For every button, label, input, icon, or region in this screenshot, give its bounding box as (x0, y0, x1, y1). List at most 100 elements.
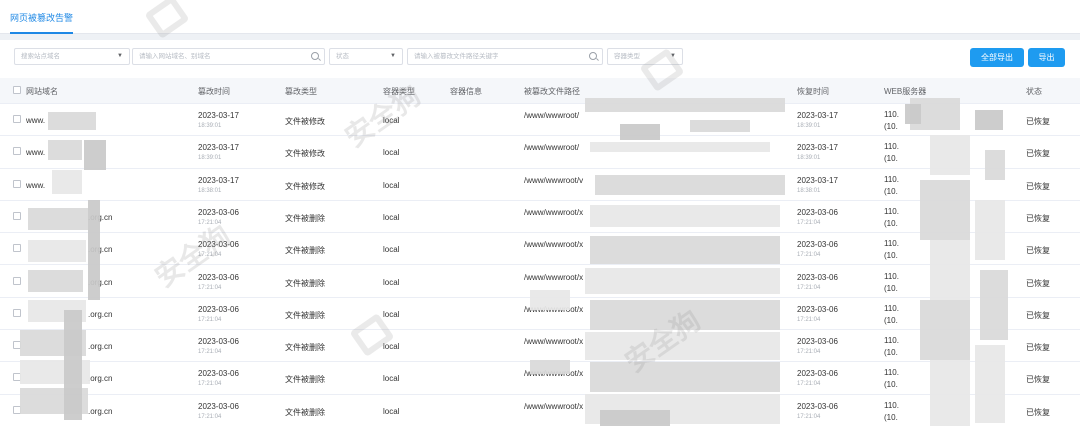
row-checkbox[interactable] (13, 115, 21, 123)
web-server-ip: 110. (884, 206, 899, 216)
restore-date: 2023-03-17 (797, 143, 838, 153)
file-path: /www/wwwroot/ (524, 143, 580, 153)
file-path: /www/wwwroot/v (524, 175, 584, 185)
chevron-down-icon: ▼ (117, 53, 123, 59)
tamper-time: 18:39:01 (198, 155, 222, 162)
col-tamper-time: 篡改时间 (198, 87, 230, 96)
select-all-checkbox[interactable] (13, 86, 21, 94)
tab-tamper-alerts[interactable]: 网页被篡改告警 (10, 11, 74, 34)
row-checkbox[interactable] (13, 211, 21, 220)
tamper-type: 文件被删除 (285, 213, 325, 223)
restore-time: 18:39:01 (797, 123, 821, 129)
row-checkbox[interactable] (13, 308, 21, 317)
web-server-ip-internal: (10. (884, 154, 898, 164)
web-server-ip: 110. (884, 400, 899, 410)
row-checkbox[interactable] (13, 147, 21, 156)
redaction-block (590, 236, 780, 264)
redaction-block (28, 208, 88, 230)
redaction-block (975, 345, 1005, 423)
container-type: local (383, 309, 400, 319)
status-select-label: 状态 (336, 53, 349, 60)
restore-time: 17:21:04 (797, 316, 821, 323)
tamper-date: 2023-03-06 (198, 304, 239, 314)
table-row[interactable]: .org.cn2023-03-0617:21:04文件被删除local/www/… (0, 233, 1080, 266)
restore-date: 2023-03-06 (797, 207, 838, 217)
tamper-date: 2023-03-06 (198, 369, 239, 379)
status-label: 已恢复 (1026, 181, 1050, 191)
container-type: local (383, 148, 400, 158)
table-row[interactable]: www. 2023-03-17 18:39:01 文件被修改 local/www/www… (0, 136, 1080, 169)
web-server-ip-internal: (10. (884, 283, 898, 293)
redaction-block (620, 124, 660, 140)
site-select[interactable]: 搜索站点域名 ▼ (14, 48, 130, 65)
redaction-block (64, 310, 82, 420)
tamper-date: 2023-03-17 (198, 175, 239, 185)
restore-date: 2023-03-06 (797, 337, 838, 347)
domain-cell: www. (26, 116, 46, 125)
site-search-input[interactable]: 请输入网站域名、别域名 (132, 48, 325, 65)
web-server-ip: 110. (884, 110, 899, 119)
file-path: /www/wwwroot/x (524, 401, 584, 411)
redaction-block (585, 332, 780, 360)
redaction-block (28, 270, 83, 292)
status-label: 已恢复 (1026, 407, 1050, 417)
col-container-info: 容器信息 (450, 87, 482, 96)
site-search-placeholder: 请输入网站域名、别域名 (139, 53, 211, 60)
col-web-server: WEB服务器 (884, 87, 927, 96)
tamper-time: 17:21:04 (198, 284, 222, 291)
restore-time: 18:39:01 (797, 155, 821, 162)
domain-cell: .org.cn (88, 309, 113, 319)
redaction-block (590, 205, 780, 227)
restore-date: 2023-03-17 (797, 175, 838, 185)
tamper-date: 2023-03-06 (198, 337, 239, 347)
row-checkbox[interactable] (13, 179, 21, 188)
tamper-type: 文件被修改 (285, 149, 325, 159)
table-row[interactable]: .org.cn2023-03-0617:21:04文件被删除local/www/… (0, 395, 1080, 426)
status-label: 已恢复 (1026, 149, 1050, 159)
status-select[interactable]: 状态 ▼ (329, 48, 403, 65)
status-label: 已恢复 (1026, 278, 1050, 288)
domain-cell: .org.cn (88, 374, 113, 384)
redaction-block (590, 142, 770, 152)
web-server-ip-internal: (10. (884, 122, 898, 131)
search-icon[interactable] (311, 52, 319, 60)
row-checkbox[interactable] (13, 276, 21, 285)
row-checkbox[interactable] (13, 244, 21, 253)
redaction-block (48, 112, 96, 130)
file-path: /www/wwwroot/x (524, 272, 584, 282)
table-row[interactable]: www. 2023-03-17 18:38:01 文件被修改 local/www/www… (0, 169, 1080, 201)
restore-date: 2023-03-06 (797, 369, 838, 379)
tamper-time: 18:38:01 (198, 187, 222, 194)
table-row[interactable]: .org.cn2023-03-0617:21:04文件被删除local/www/… (0, 201, 1080, 234)
export-all-button[interactable]: 全部导出 (970, 48, 1024, 67)
tamper-time: 17:21:04 (198, 316, 222, 323)
site-select-label: 搜索站点域名 (21, 53, 60, 60)
tamper-date: 2023-03-06 (198, 207, 239, 217)
tamper-type: 文件被删除 (285, 407, 325, 417)
path-search-input[interactable]: 请输入被篡改文件路径关键字 (407, 48, 603, 65)
redaction-block (530, 290, 570, 310)
tamper-type: 文件被删除 (285, 246, 325, 256)
restore-time: 17:21:04 (797, 219, 821, 226)
redaction-block (585, 268, 780, 294)
search-icon[interactable] (589, 52, 597, 60)
web-server-ip: 110. (884, 142, 899, 152)
redaction-block (905, 104, 921, 124)
restore-date: 2023-03-17 (797, 111, 838, 120)
redaction-block (975, 200, 1005, 260)
container-type: local (383, 374, 400, 384)
container-type-label: 容器类型 (614, 53, 640, 60)
tamper-date: 2023-03-17 (198, 111, 239, 120)
web-server-ip-internal: (10. (884, 218, 898, 228)
tamper-type: 文件被修改 (285, 117, 325, 126)
col-tamper-type: 篡改类型 (285, 87, 317, 96)
restore-time: 18:38:01 (797, 187, 821, 194)
path-search-placeholder: 请输入被篡改文件路径关键字 (414, 53, 499, 60)
status-label: 已恢复 (1026, 117, 1050, 126)
restore-time: 17:21:04 (797, 349, 821, 356)
redaction-block (980, 270, 1008, 340)
export-button[interactable]: 导出 (1028, 48, 1065, 67)
tamper-date: 2023-03-06 (198, 401, 239, 411)
restore-date: 2023-03-06 (797, 240, 838, 250)
table-row[interactable]: .org.cn2023-03-0617:21:04文件被删除local/www/… (0, 330, 1080, 363)
